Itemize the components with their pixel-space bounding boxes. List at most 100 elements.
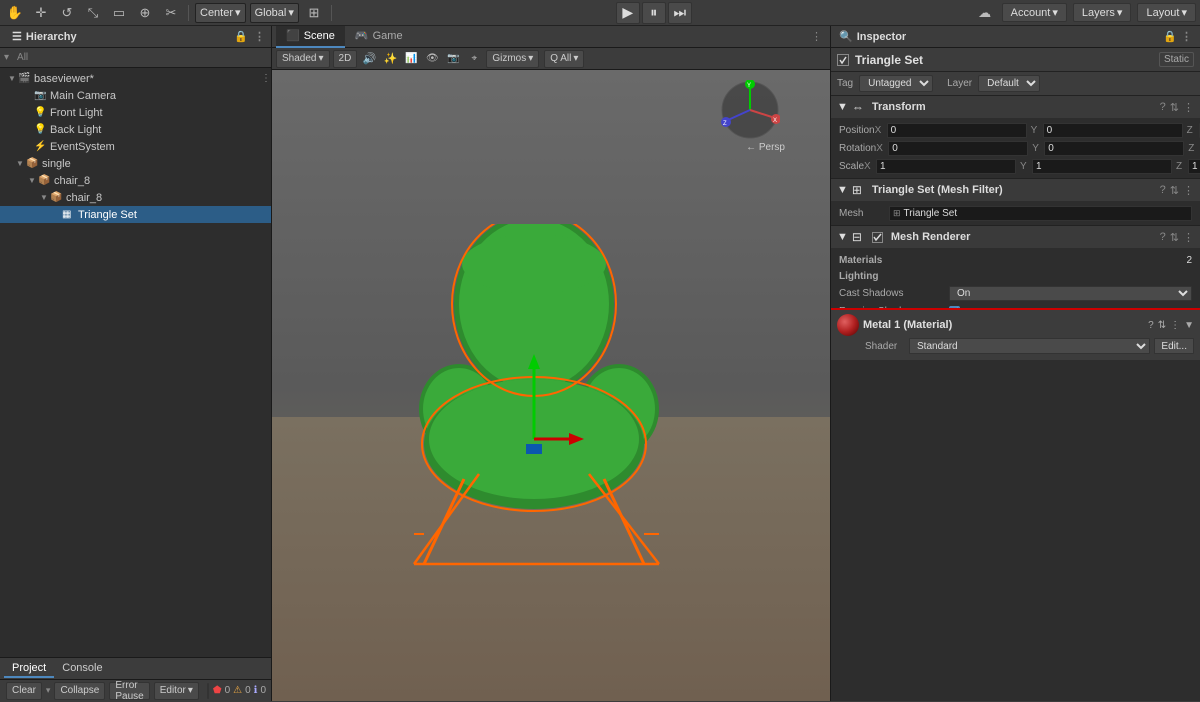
hierarchy-item-selected[interactable]: ▦ Triangle Set <box>0 206 271 223</box>
svg-text:Z: Z <box>723 121 727 127</box>
bottom-mat-edit-button[interactable]: Edit... <box>1154 338 1194 354</box>
account-dropdown[interactable]: Account ▾ <box>1002 3 1067 22</box>
menu-icon[interactable]: ⋮ <box>1181 30 1192 43</box>
info-icon: ℹ <box>254 685 258 696</box>
hierarchy-item[interactable]: ⚡ EventSystem <box>0 138 271 155</box>
layer-dropdown[interactable]: Default <box>978 75 1040 92</box>
gameobject-header: Static <box>831 48 1200 72</box>
viewport-toolbar: Shaded ▾ 2D 🔊 ✨ 📊 👁 📷 ⌖ Gizmos ▾ Q All ▾ <box>272 48 830 70</box>
error-pause-button[interactable]: Error Pause <box>109 682 149 700</box>
tab-menu-icon[interactable]: ⋮ <box>807 30 826 43</box>
effects-icon[interactable]: ✨ <box>381 50 399 68</box>
bottom-mat-help-icon[interactable]: ? <box>1148 320 1154 331</box>
settings-icon[interactable]: ⇅ <box>1170 101 1179 114</box>
clear-button[interactable]: Clear <box>6 682 42 700</box>
layout-dropdown[interactable]: Layout ▾ <box>1137 3 1196 22</box>
hierarchy-item[interactable]: 💡 Front Light <box>0 104 271 121</box>
grid-icon[interactable]: ⊞ <box>303 2 325 24</box>
game-tab[interactable]: 🎮 Game <box>345 26 413 48</box>
clear-arrow-icon[interactable]: ▾ <box>46 685 51 696</box>
item-menu-icon[interactable]: ⋮ <box>261 73 271 84</box>
cloud-icon[interactable]: ☁ <box>974 2 996 24</box>
stats-icon[interactable]: 📊 <box>402 50 420 68</box>
audio-icon[interactable]: 🔊 <box>360 50 378 68</box>
collapse-button[interactable]: Collapse <box>54 682 105 700</box>
multi-tool-icon[interactable]: ⊕ <box>134 2 156 24</box>
hierarchy-item[interactable]: ▼ 📦 chair_8 <box>0 189 271 206</box>
mesh-renderer-header[interactable]: ▼ ⊟ Mesh Renderer ? ⇅ ⋮ <box>831 226 1200 248</box>
static-button[interactable]: Static <box>1159 52 1194 67</box>
more-icon[interactable]: ⋮ <box>1183 184 1194 197</box>
mesh-value[interactable]: ⊞ Triangle Set <box>889 206 1192 221</box>
console-tab[interactable]: Console <box>54 660 110 678</box>
viewport-canvas[interactable]: Y X Z ← Persp <box>272 70 830 701</box>
bottom-mat-settings-icon[interactable]: ⇅ <box>1158 320 1166 331</box>
rotation-x-input[interactable] <box>888 141 1028 156</box>
more-icon[interactable]: ⋮ <box>1183 231 1194 244</box>
scale-x-input[interactable] <box>876 159 1016 174</box>
mesh-renderer-checkbox[interactable] <box>872 232 883 243</box>
lock-icon[interactable]: 🔒 <box>1163 30 1177 43</box>
camera-icon[interactable]: 📷 <box>444 50 462 68</box>
menu-icon[interactable]: ⋮ <box>254 30 265 43</box>
settings-icon[interactable]: ⇅ <box>1170 184 1179 197</box>
gameobject-name-input[interactable] <box>855 53 1153 67</box>
cast-shadows-dropdown[interactable]: On <box>949 286 1192 301</box>
gizmos-dropdown[interactable]: Gizmos ▾ <box>486 50 539 68</box>
editor-button[interactable]: Editor ▾ <box>154 682 199 700</box>
hierarchy-item[interactable]: 📷 Main Camera <box>0 87 271 104</box>
position-y-input[interactable] <box>1043 123 1183 138</box>
inspector-header-icons: 🔒 ⋮ <box>1163 30 1192 43</box>
tag-label: Tag <box>837 78 853 89</box>
custom-tool-icon[interactable]: ✂ <box>160 2 182 24</box>
hierarchy-item[interactable]: ▼ 📦 single <box>0 155 271 172</box>
view-all-btn[interactable]: Q All ▾ <box>544 50 584 68</box>
search-box[interactable] <box>207 683 209 699</box>
hierarchy-item[interactable]: ▼ 📦 chair_8 <box>0 172 271 189</box>
project-tab[interactable]: Project <box>4 660 54 678</box>
settings-icon[interactable]: ⇅ <box>1170 231 1179 244</box>
space-dropdown[interactable]: Global ▾ <box>250 3 299 23</box>
play-button[interactable]: ▶ <box>616 2 640 24</box>
lock-icon[interactable]: 🔒 <box>234 30 248 43</box>
scale-tool-icon[interactable]: ⤡ <box>82 2 104 24</box>
hierarchy-item[interactable]: 💡 Back Light <box>0 121 271 138</box>
scale-y-input[interactable] <box>1032 159 1172 174</box>
gameobject-active-checkbox[interactable] <box>837 54 849 66</box>
rect-tool-icon[interactable]: ▭ <box>108 2 130 24</box>
bottom-mat-more-icon[interactable]: ⋮ <box>1170 320 1180 331</box>
hand-tool-icon[interactable]: ✋ <box>4 2 26 24</box>
help-icon[interactable]: ? <box>1160 101 1166 114</box>
hierarchy-item[interactable]: ▼ 🎬 baseviewer* ⋮ <box>0 70 271 87</box>
transform-icon[interactable]: ⌖ <box>465 50 483 68</box>
layout-label: Layout <box>1146 7 1179 19</box>
error-count: 0 <box>225 685 231 696</box>
scene-tab[interactable]: ⬛ Scene <box>276 26 345 48</box>
rotate-tool-icon[interactable]: ↺ <box>56 2 78 24</box>
mesh-filter-header[interactable]: ▼ ⊞ Triangle Set (Mesh Filter) ? ⇅ ⋮ <box>831 179 1200 201</box>
layers-dropdown[interactable]: Layers ▾ <box>1073 3 1132 22</box>
item-label: baseviewer* <box>34 73 94 85</box>
visibility-icon[interactable]: 👁 <box>423 50 441 68</box>
bottom-expand-icon[interactable]: ▼ <box>1184 320 1194 331</box>
scene-gizmo[interactable]: Y X Z <box>720 80 780 140</box>
move-tool-icon[interactable]: ✛ <box>30 2 52 24</box>
step-button[interactable]: ⏭ <box>668 2 692 24</box>
hierarchy-tab[interactable]: ☰ Hierarchy <box>6 26 83 47</box>
pause-button[interactable]: ⏸ <box>642 2 666 24</box>
help-icon[interactable]: ? <box>1160 231 1166 244</box>
help-icon[interactable]: ? <box>1160 184 1166 197</box>
shading-dropdown[interactable]: Shaded ▾ <box>276 50 330 68</box>
add-icon[interactable]: ▾ <box>4 52 9 63</box>
2d-toggle[interactable]: 2D <box>333 50 358 68</box>
bottom-mat-shader-dropdown[interactable]: Standard <box>909 338 1150 354</box>
tag-dropdown[interactable]: Untagged <box>859 75 933 92</box>
pivot-dropdown[interactable]: Center ▾ <box>195 3 246 23</box>
expand-icon: ▼ <box>837 184 848 196</box>
position-x-input[interactable] <box>887 123 1027 138</box>
transform-header[interactable]: ▼ ⇔ Transform ? ⇅ ⋮ <box>831 96 1200 118</box>
rotation-y-input[interactable] <box>1044 141 1184 156</box>
console-toolbar: Clear ▾ Collapse Error Pause Editor ▾ ⬟ … <box>0 679 271 701</box>
scale-z-input[interactable] <box>1188 159 1200 174</box>
more-icon[interactable]: ⋮ <box>1183 101 1194 114</box>
